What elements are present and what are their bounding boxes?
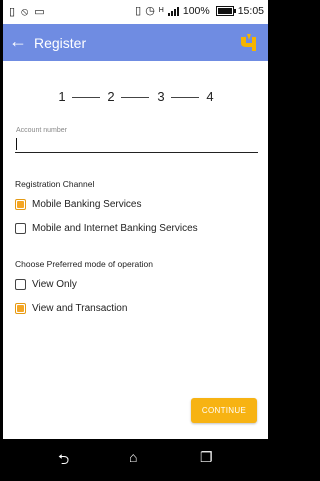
home-nav-icon[interactable]: ⌂ [129, 449, 137, 465]
arrow-left-icon[interactable]: ← [9, 31, 27, 51]
status-bar: ▯ ⦸ ▭ ▯ ◷ H 100% 15:05 [3, 0, 268, 24]
data-icon: H [158, 7, 164, 14]
battery-percent: 100% [182, 5, 210, 17]
operation-mode-heading: Choose Preferred mode of operation [15, 259, 153, 269]
checkbox[interactable] [15, 279, 26, 290]
step-3: 3 [157, 89, 165, 104]
checkbox[interactable] [15, 303, 26, 314]
page-title: Register [34, 35, 87, 51]
checkbox[interactable] [15, 223, 26, 234]
clock: 15:05 [237, 5, 264, 17]
alarm-icon: ◷ [145, 5, 155, 17]
step-connector [72, 97, 100, 98]
alarm-off-icon: ⦸ [21, 6, 29, 18]
back-nav-icon[interactable]: ⮌ [58, 449, 69, 473]
option-label: View and Transaction [32, 303, 128, 314]
battery-icon [215, 6, 236, 16]
option-label: Mobile and Internet Banking Services [32, 223, 198, 234]
navigation-bar: ⮌ ⌂ ❐ [3, 439, 268, 477]
option-view-only[interactable]: View Only [15, 279, 77, 290]
option-label: Mobile Banking Services [32, 199, 142, 210]
text-cursor [16, 138, 17, 150]
step-2: 2 [107, 89, 115, 104]
vibrate-icon: ▯ [135, 5, 142, 17]
progress-stepper: 1 2 3 4 [52, 89, 222, 107]
step-connector [171, 97, 199, 98]
step-1: 1 [58, 89, 66, 104]
step-connector [121, 97, 149, 98]
sim-icon: ▯ [9, 6, 16, 18]
message-icon: ▭ [34, 6, 45, 18]
registration-channel-heading: Registration Channel [15, 179, 95, 189]
app-bar: ← Register [3, 24, 268, 61]
signal-icon [167, 6, 179, 16]
option-view-and-transaction[interactable]: View and Transaction [15, 303, 127, 314]
continue-button[interactable]: CONTINUE [191, 398, 257, 423]
app-frame: ▯ ⦸ ▭ ▯ ◷ H 100% 15:05 ← Register 1 2 3 [3, 0, 268, 477]
account-number-input[interactable] [15, 137, 258, 153]
account-number-label: Account number [16, 127, 67, 134]
bank-logo-icon [241, 34, 256, 51]
checkbox[interactable] [15, 199, 26, 210]
step-4: 4 [206, 89, 214, 104]
option-mobile-internet-banking[interactable]: Mobile and Internet Banking Services [15, 223, 198, 234]
option-mobile-banking[interactable]: Mobile Banking Services [15, 199, 142, 210]
recents-nav-icon[interactable]: ❐ [200, 449, 213, 466]
option-label: View Only [32, 279, 77, 290]
